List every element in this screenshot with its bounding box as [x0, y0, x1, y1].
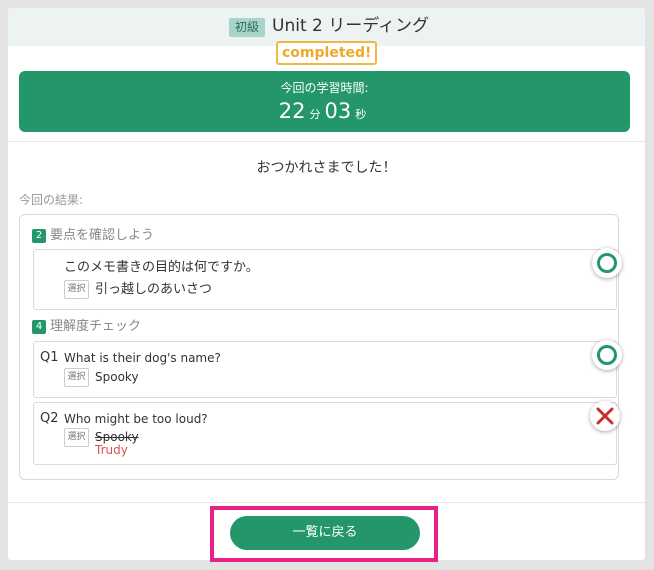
- select-tag: 選択: [64, 368, 89, 387]
- divider: [8, 141, 645, 142]
- result-item: Q1 What is their dog's name? 選択 Spooky: [33, 340, 622, 398]
- completed-badge: completed!: [276, 41, 378, 65]
- seconds-unit: 秒: [355, 108, 367, 121]
- section-title: 要点を確認しよう: [50, 228, 155, 243]
- result-item: Q2 Who might be too loud? 選択 Spooky Trud…: [33, 401, 620, 465]
- question-text: Who might be too loud?: [64, 412, 208, 426]
- question-text: このメモ書きの目的は何ですか。: [64, 260, 259, 275]
- footer-divider: [8, 502, 645, 503]
- question-text: What is their dog's name?: [64, 351, 221, 365]
- back-to-list-button[interactable]: 一覧に戻る: [230, 516, 420, 550]
- minutes-value: 22: [278, 99, 306, 123]
- cross-incorrect-icon: [590, 401, 620, 431]
- result-card: 初級 Unit 2 リーディング completed! 今回の学習時間: 22 分…: [8, 8, 645, 560]
- study-time-value: 22 分 03 秒: [19, 98, 630, 128]
- section-title: 理解度チェック: [50, 319, 142, 334]
- unit-title: Unit 2 リーディング: [272, 16, 430, 36]
- study-time-panel: 今回の学習時間: 22 分 03 秒: [19, 71, 630, 132]
- seconds-value: 03: [324, 99, 352, 123]
- correct-answer-text: Trudy: [95, 443, 128, 457]
- minutes-unit: 分: [309, 108, 321, 121]
- section-number: 4: [32, 320, 46, 334]
- circle-correct-icon: [592, 248, 622, 278]
- question-number: Q1: [40, 350, 59, 365]
- wrong-answer-text: Spooky: [95, 430, 139, 444]
- section-number: 2: [32, 229, 46, 243]
- select-tag: 選択: [64, 280, 89, 299]
- result-label: 今回の結果:: [19, 193, 84, 207]
- results-box: 2 要点を確認しよう このメモ書きの目的は何ですか。 選択 引っ越しのあいさつ 4…: [19, 214, 622, 480]
- result-item: このメモ書きの目的は何ですか。 選択 引っ越しのあいさつ: [33, 248, 622, 310]
- answer-text: 引っ越しのあいさつ: [95, 282, 213, 297]
- question-number: Q2: [40, 411, 59, 426]
- level-badge: 初級: [229, 18, 266, 37]
- section-header-summary: 2 要点を確認しよう: [32, 228, 154, 244]
- study-time-label: 今回の学習時間:: [280, 81, 369, 95]
- circle-correct-icon: [592, 340, 622, 370]
- answer-text: Spooky: [95, 370, 139, 384]
- thanks-message: おつかれさまでした！: [256, 160, 397, 176]
- section-header-comprehension: 4 理解度チェック: [32, 319, 141, 335]
- select-tag: 選択: [64, 428, 89, 447]
